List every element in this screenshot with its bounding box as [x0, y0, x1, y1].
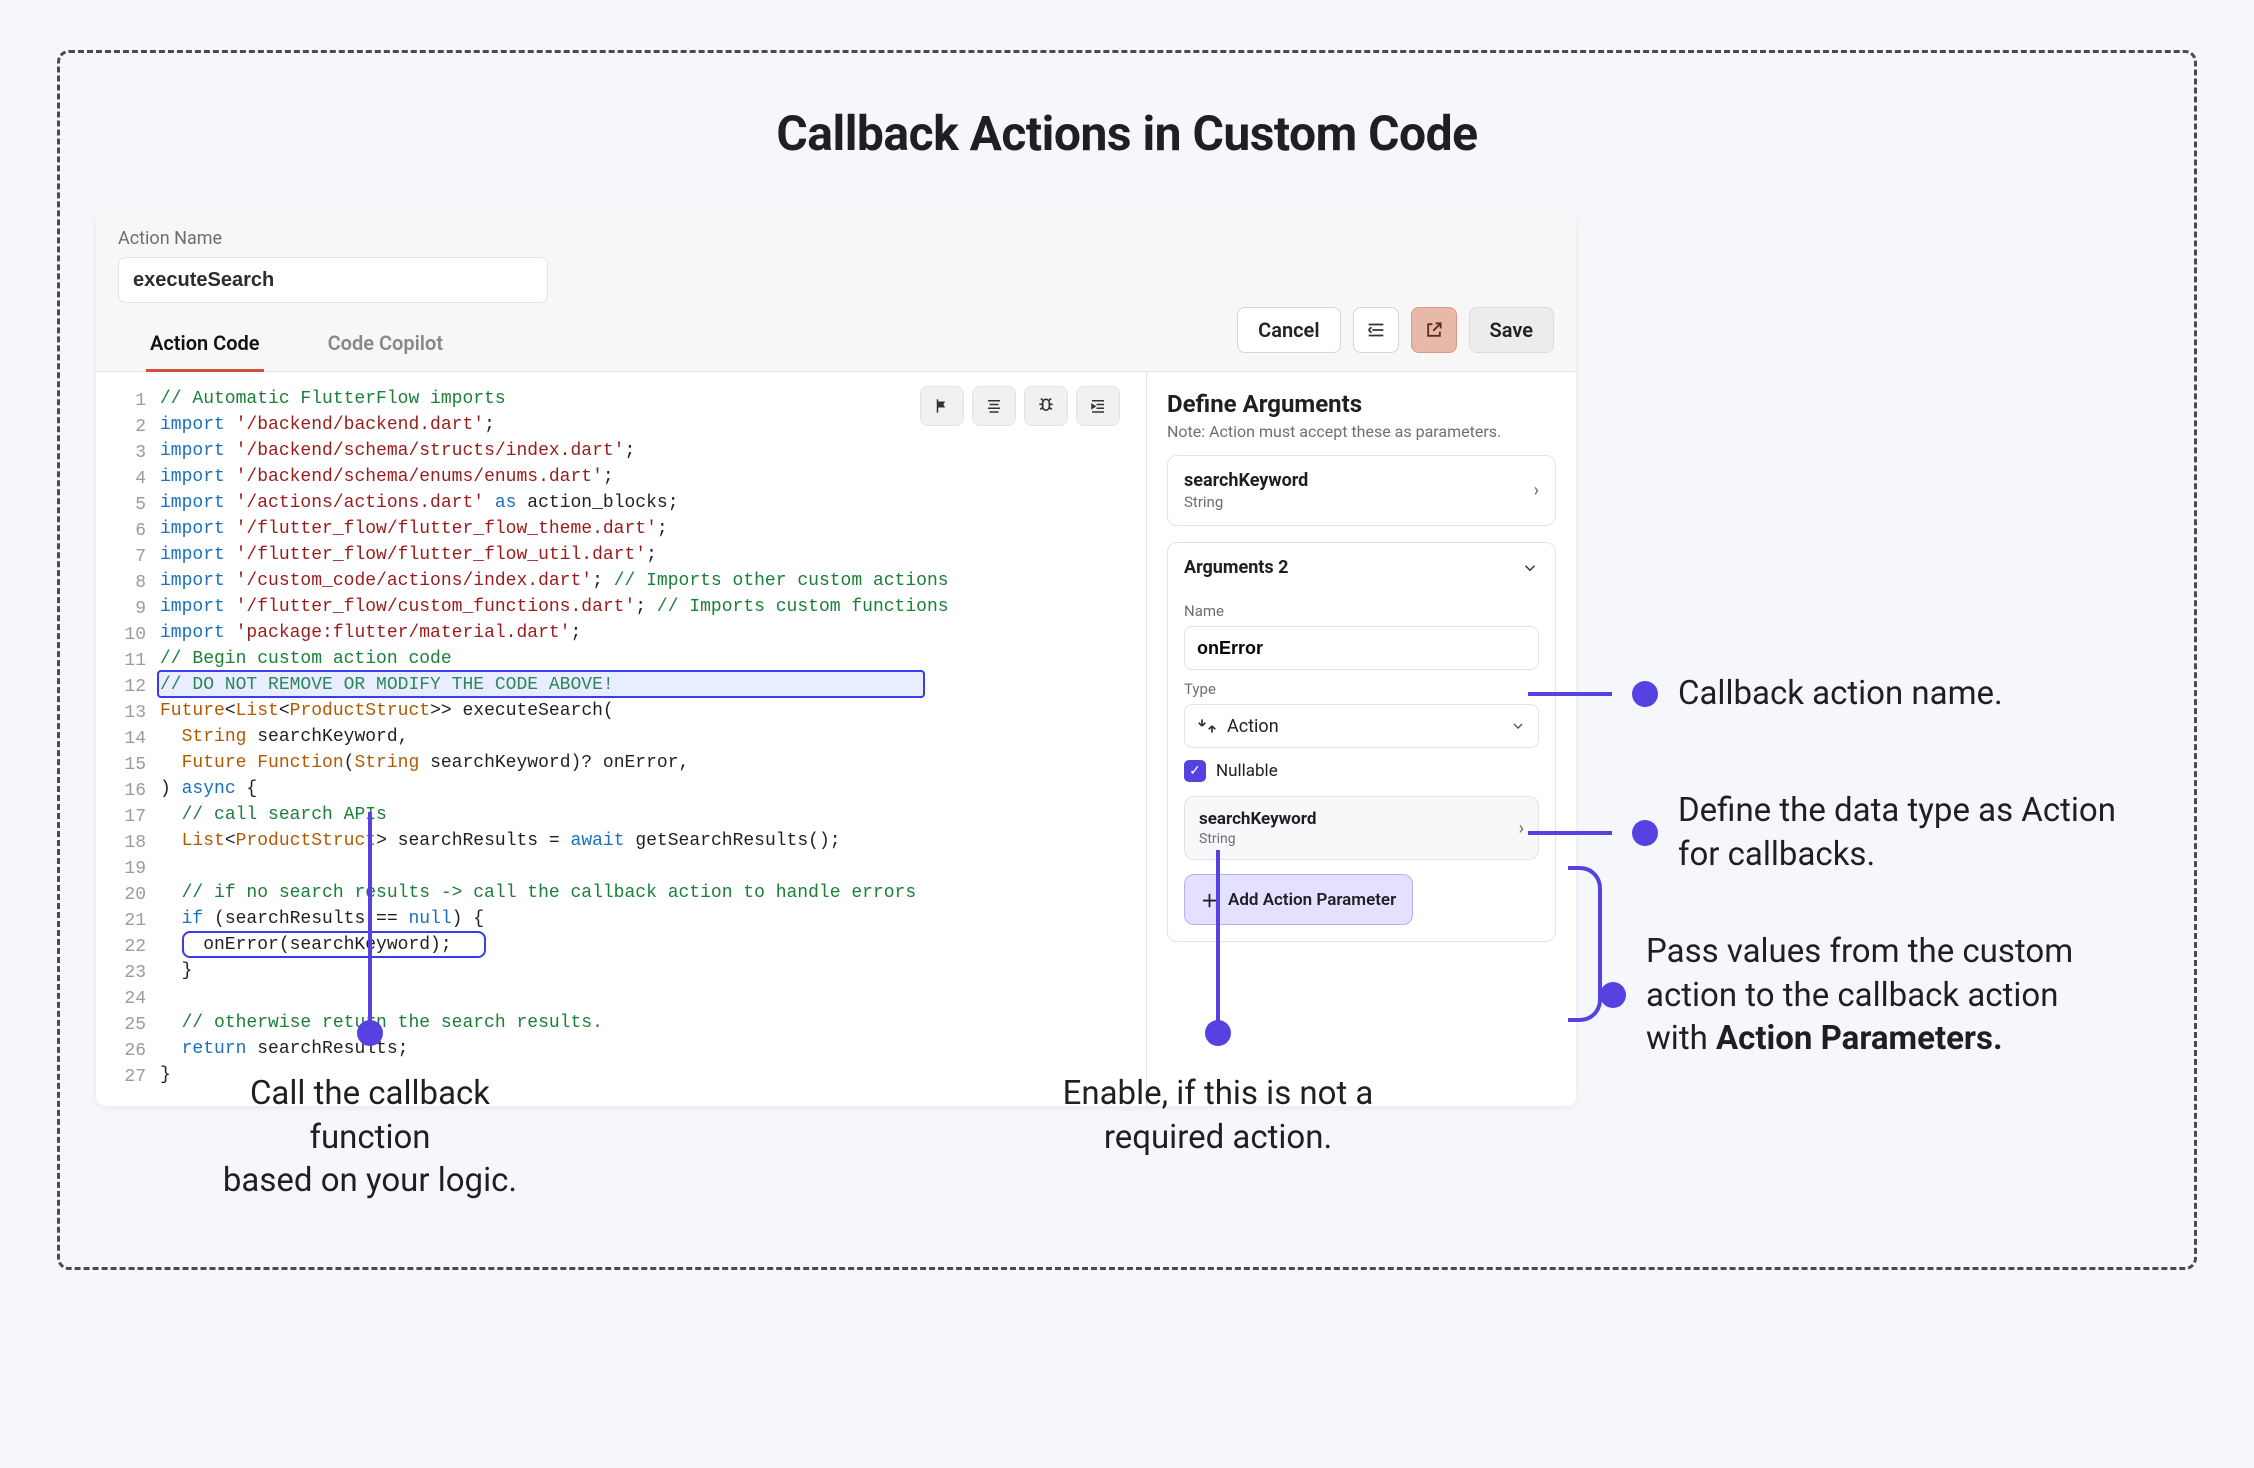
chevron-down-icon [1521, 559, 1539, 577]
callout-type: Define the data type as Action for callb… [1528, 789, 2148, 876]
debug-tool[interactable] [1024, 386, 1068, 426]
argument-card-searchkeyword[interactable]: searchKeyword String › [1167, 455, 1556, 526]
callout-call-function: Call the callback function based on your… [200, 812, 540, 1203]
callout-type-text: Define the data type as Action for callb… [1678, 789, 2148, 876]
editor-tabs: Action Code Code Copilot [118, 317, 548, 371]
callout-name: Callback action name. [1528, 672, 2003, 716]
argument-type-value: Action [1227, 716, 1279, 737]
argument2-header[interactable]: Arguments 2 [1168, 543, 1555, 592]
callout-call-function-text: Call the callback function based on your… [200, 1072, 540, 1203]
action-name-input[interactable] [118, 257, 548, 303]
nullable-label: Nullable [1216, 761, 1278, 781]
nested-param-name: searchKeyword [1199, 809, 1316, 829]
name-field-label: Name [1184, 602, 1539, 620]
argument1-type: String [1184, 493, 1308, 511]
callout-params: Pass values from the custom action to th… [1600, 930, 2116, 1061]
page-title: Callback Actions in Custom Code [0, 105, 2254, 162]
arguments-heading: Define Arguments [1167, 390, 1556, 418]
cancel-button[interactable]: Cancel [1237, 307, 1340, 353]
indent-icon [1088, 397, 1108, 415]
tab-code-copilot[interactable]: Code Copilot [324, 317, 447, 371]
argument-type-select[interactable]: Action [1184, 704, 1539, 748]
format-icon [1365, 319, 1387, 341]
argument-name-input[interactable] [1184, 626, 1539, 670]
open-external-button[interactable] [1411, 307, 1457, 353]
save-button[interactable]: Save [1469, 307, 1554, 353]
argument1-name: searchKeyword [1184, 470, 1308, 491]
chevron-down-icon [1510, 718, 1526, 734]
arguments-note: Note: Action must accept these as parame… [1167, 422, 1556, 441]
type-field-label: Type [1184, 680, 1539, 698]
code-gutter: 1234567891011121314151617181920212223242… [96, 386, 160, 1090]
nullable-checkbox[interactable]: ✓ Nullable [1184, 760, 1278, 782]
format-icon-button[interactable] [1353, 307, 1399, 353]
callout-params-text: Pass values from the custom action to th… [1646, 930, 2116, 1061]
align-tool[interactable] [972, 386, 1016, 426]
nested-param-type: String [1199, 831, 1316, 847]
chevron-right-icon: › [1534, 480, 1539, 501]
bug-icon [1036, 396, 1056, 416]
editor-toolbar: Action Name Action Code Code Copilot Can… [96, 210, 1576, 372]
chevron-right-icon: › [1519, 818, 1524, 839]
open-external-icon [1424, 320, 1444, 340]
callout-nullable: Enable, if this is not a required action… [1048, 850, 1388, 1159]
argument2-title: Arguments 2 [1184, 557, 1288, 578]
brace-icon [1568, 866, 1602, 1022]
callout-name-text: Callback action name. [1678, 672, 2003, 716]
check-icon: ✓ [1184, 760, 1206, 782]
align-icon [984, 397, 1004, 415]
tab-action-code[interactable]: Action Code [146, 317, 264, 371]
indent-tool[interactable] [1076, 386, 1120, 426]
callout-nullable-text: Enable, if this is not a required action… [1063, 1072, 1374, 1159]
action-name-label: Action Name [118, 228, 548, 249]
action-type-icon [1197, 716, 1217, 736]
